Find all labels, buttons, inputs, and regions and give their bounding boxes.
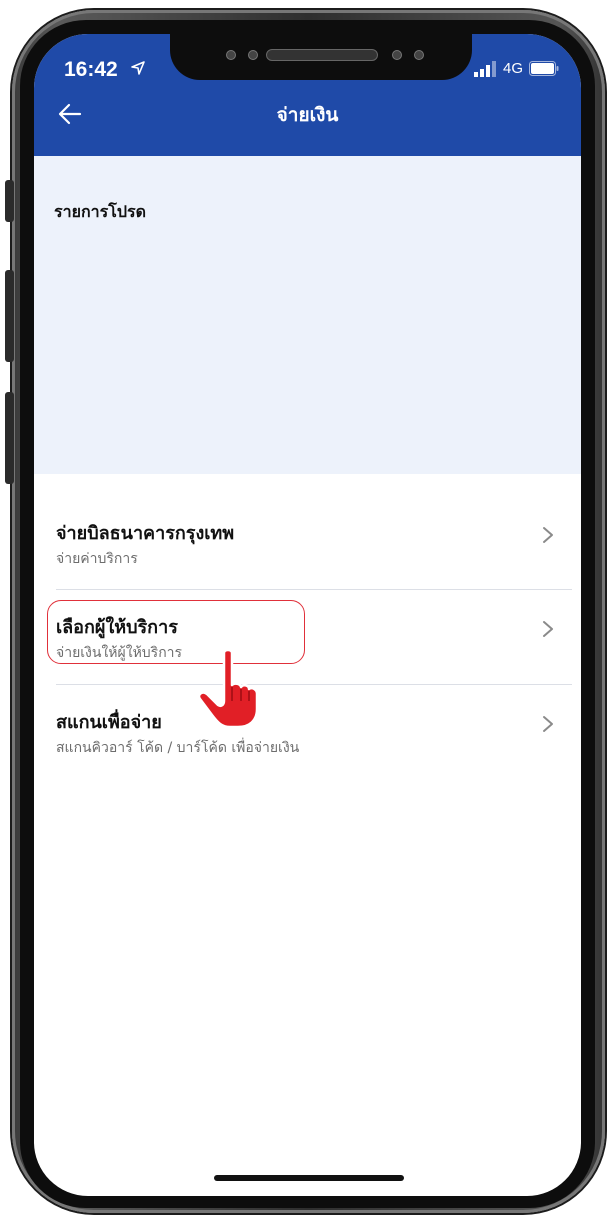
notch-sensor: [226, 50, 236, 60]
app-screen: 16:42 4G จ่ายเงิน รายการโปรด จ่ายบิลธนาค…: [34, 34, 581, 1196]
phone-bezel: 16:42 4G จ่ายเงิน รายการโปรด จ่ายบิลธนาค…: [20, 20, 595, 1208]
page-title: จ่ายเงิน: [276, 104, 339, 126]
notch-speaker: [266, 49, 378, 61]
menu-item-title: สแกนเพื่อจ่าย: [56, 712, 162, 733]
home-indicator[interactable]: [214, 1175, 404, 1181]
highlight-outline: [47, 600, 305, 664]
menu-item-subtitle: จ่ายค่าบริการ: [56, 551, 138, 567]
volume-up-button: [5, 270, 14, 362]
status-time: 16:42: [64, 58, 118, 81]
chevron-right-icon: [543, 621, 553, 637]
menu-item-subtitle: สแกนคิวอาร์ โค้ด / บาร์โค้ด เพื่อจ่ายเงิ…: [56, 740, 300, 756]
notch: [170, 34, 472, 80]
status-right: 4G: [473, 60, 559, 77]
battery-icon: [529, 61, 559, 76]
front-camera: [414, 50, 424, 60]
signal-icon: [473, 60, 496, 77]
network-type: 4G: [502, 60, 523, 77]
notch-sensor: [392, 50, 402, 60]
location-arrow-icon: [131, 61, 145, 75]
notch-sensor: [248, 50, 258, 60]
pointing-hand-icon: [197, 649, 259, 729]
favorites-section: รายการโปรด: [34, 156, 581, 474]
volume-down-button: [5, 392, 14, 484]
favorites-title: รายการโปรด: [54, 202, 146, 221]
chevron-right-icon: [543, 527, 553, 543]
app-header: 16:42 4G จ่ายเงิน: [34, 34, 581, 156]
menu-item-scan-to-pay[interactable]: สแกนเพื่อจ่าย สแกนคิวอาร์ โค้ด / บาร์โค้…: [34, 685, 581, 781]
menu-item-bangkok-bank-bill[interactable]: จ่ายบิลธนาคารกรุงเทพ จ่ายค่าบริการ: [34, 496, 581, 592]
silent-switch: [5, 180, 14, 222]
chevron-right-icon: [543, 716, 553, 732]
menu-item-title: จ่ายบิลธนาคารกรุงเทพ: [56, 523, 235, 544]
